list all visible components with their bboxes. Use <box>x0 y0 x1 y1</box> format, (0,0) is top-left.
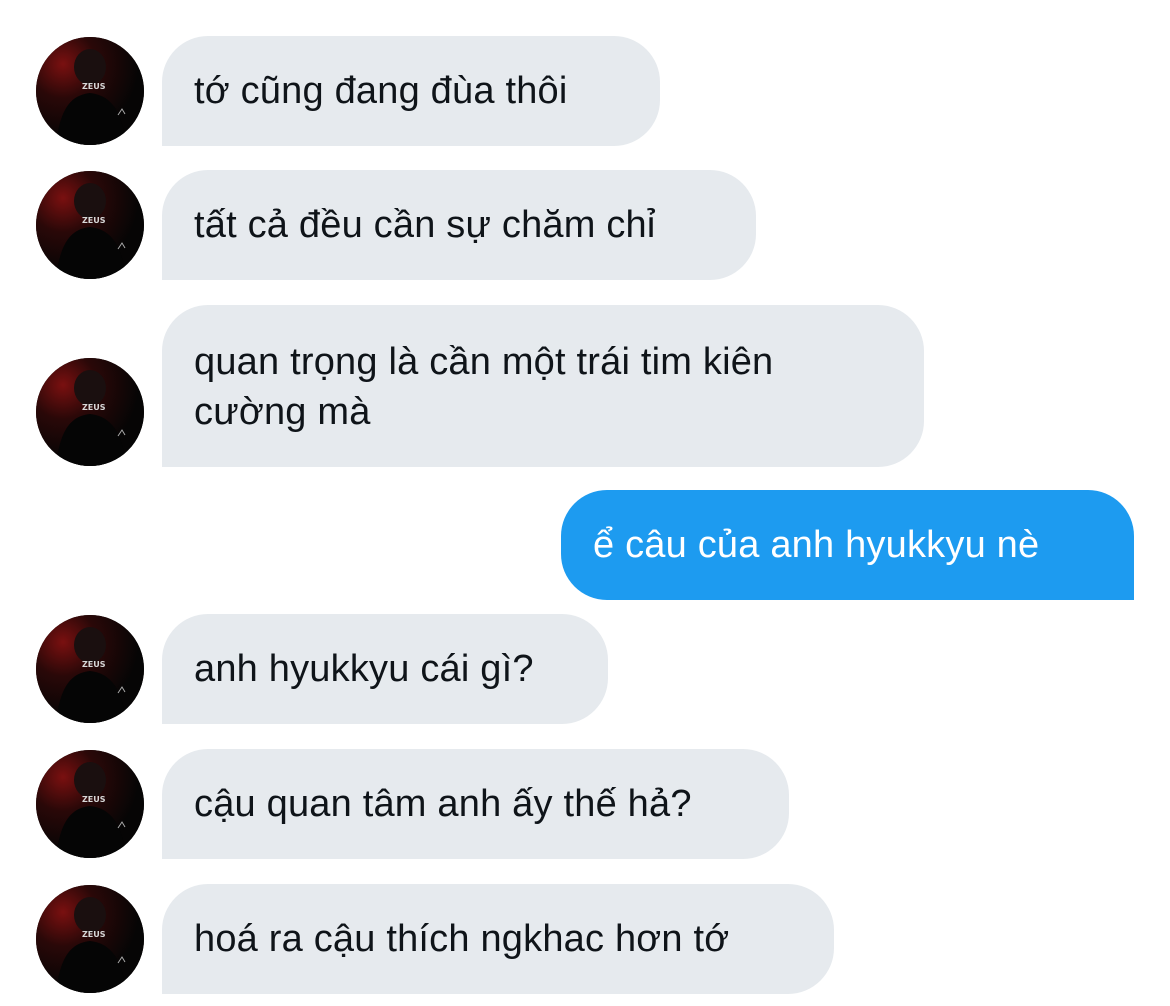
profile-avatar-icon[interactable]: ZEUS <box>36 358 144 466</box>
outgoing-message-bubble[interactable]: ể câu của anh hyukkyu nè <box>561 490 1134 600</box>
svg-text:ZEUS: ZEUS <box>82 216 106 225</box>
message-text: tớ cũng đang đùa thôi <box>194 70 568 112</box>
message-text: quan trọng là cần một trái tim kiên cườn… <box>194 341 774 433</box>
message-row: ể câu của anh hyukkyu nè <box>0 490 1170 600</box>
message-row: ZEUS tớ cũng đang đùa thôi <box>0 36 1170 146</box>
svg-text:ZEUS: ZEUS <box>82 660 106 669</box>
profile-avatar-icon[interactable]: ZEUS <box>36 750 144 858</box>
svg-text:ZEUS: ZEUS <box>82 930 106 939</box>
message-text: anh hyukkyu cái gì? <box>194 648 534 690</box>
profile-avatar-icon[interactable]: ZEUS <box>36 37 144 145</box>
message-row: ZEUS tất cả đều cần sự chăm chỉ <box>0 170 1170 280</box>
message-text: ể câu của anh hyukkyu nè <box>593 524 1040 566</box>
message-row: ZEUS hoá ra cậu thích ngkhac hơn tớ <box>0 884 1170 994</box>
message-text: cậu quan tâm anh ấy thế hả? <box>194 783 692 825</box>
message-text: tất cả đều cần sự chăm chỉ <box>194 204 656 246</box>
profile-avatar-icon[interactable]: ZEUS <box>36 171 144 279</box>
incoming-message-bubble[interactable]: tất cả đều cần sự chăm chỉ <box>162 170 756 280</box>
message-row: ZEUS quan trọng là cần một trái tim kiên… <box>0 305 1170 467</box>
incoming-message-bubble[interactable]: anh hyukkyu cái gì? <box>162 614 608 724</box>
svg-text:ZEUS: ZEUS <box>82 795 106 804</box>
incoming-message-bubble[interactable]: hoá ra cậu thích ngkhac hơn tớ <box>162 884 834 994</box>
message-text: hoá ra cậu thích ngkhac hơn tớ <box>194 918 730 960</box>
incoming-message-bubble[interactable]: tớ cũng đang đùa thôi <box>162 36 660 146</box>
svg-text:ZEUS: ZEUS <box>82 403 106 412</box>
profile-avatar-icon[interactable]: ZEUS <box>36 615 144 723</box>
svg-text:ZEUS: ZEUS <box>82 82 106 91</box>
message-row: ZEUS anh hyukkyu cái gì? <box>0 614 1170 724</box>
incoming-message-bubble[interactable]: cậu quan tâm anh ấy thế hả? <box>162 749 789 859</box>
incoming-message-bubble[interactable]: quan trọng là cần một trái tim kiên cườn… <box>162 305 924 467</box>
message-row: ZEUS cậu quan tâm anh ấy thế hả? <box>0 749 1170 859</box>
profile-avatar-icon[interactable]: ZEUS <box>36 885 144 993</box>
